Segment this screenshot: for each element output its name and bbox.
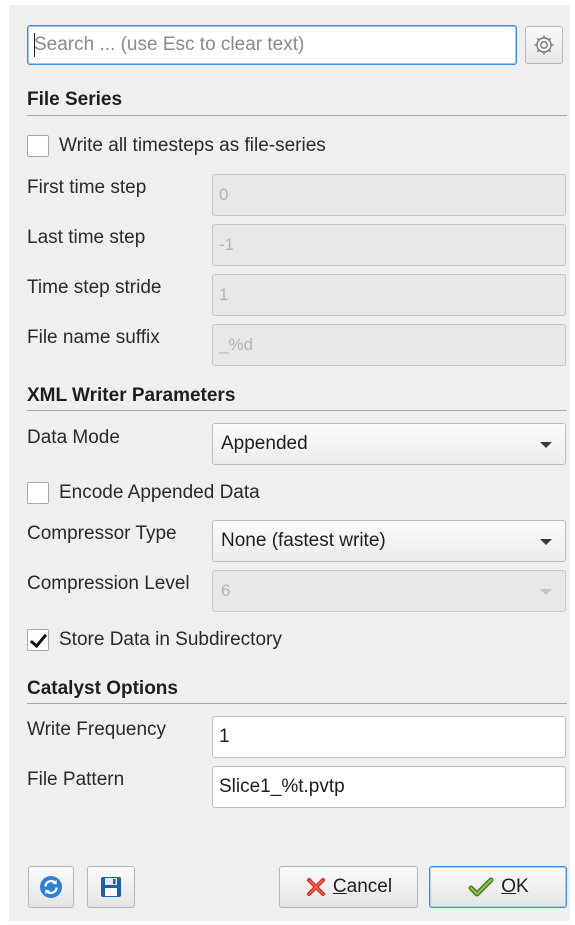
store-subdirectory-label: Store Data in Subdirectory [59, 629, 282, 650]
chevron-down-icon [540, 539, 552, 545]
ok-label: OK [501, 876, 529, 897]
file-pattern-input[interactable]: Slice1_%t.pvtp [212, 766, 566, 808]
write-frequency-label: Write Frequency [27, 719, 167, 740]
last-time-step-field[interactable]: -1 [212, 224, 566, 266]
compression-level-select[interactable]: 6 [212, 570, 566, 612]
encode-appended-checkbox[interactable] [27, 482, 49, 504]
time-step-stride-value: 1 [219, 285, 229, 304]
file-pattern-value: Slice1_%t.pvtp [219, 776, 345, 797]
write-frequency-input[interactable]: 1 [212, 716, 566, 758]
section-title-xml-writer: XML Writer Parameters [27, 385, 236, 406]
refresh-icon [40, 876, 62, 898]
write-frequency-value: 1 [219, 726, 230, 747]
write-all-timesteps-checkbox[interactable] [27, 135, 49, 157]
last-time-step-value: -1 [219, 235, 235, 254]
save-icon [101, 877, 121, 897]
search-input[interactable] [27, 25, 517, 65]
first-time-step-field[interactable]: 0 [212, 174, 566, 216]
cancel-button[interactable]: Cancel [279, 866, 418, 908]
store-subdirectory-checkbox-row[interactable]: Store Data in Subdirectory [27, 627, 282, 653]
section-divider [27, 703, 567, 704]
section-divider [27, 410, 567, 411]
encode-appended-label: Encode Appended Data [59, 482, 260, 503]
compression-level-value: 6 [221, 581, 231, 600]
write-all-timesteps-label: Write all timesteps as file-series [59, 135, 326, 156]
time-step-stride-label: Time step stride [27, 277, 162, 298]
file-name-suffix-label: File name suffix [27, 327, 160, 348]
store-subdirectory-checkbox[interactable] [27, 629, 49, 651]
first-time-step-label: First time step [27, 177, 147, 198]
compression-level-label: Compression Level [27, 573, 190, 594]
file-name-suffix-value: _%d [219, 335, 254, 354]
last-time-step-label: Last time step [27, 227, 146, 248]
data-mode-label: Data Mode [27, 427, 120, 448]
file-name-suffix-field[interactable]: _%d [212, 324, 566, 366]
reset-button[interactable] [28, 866, 74, 908]
compressor-type-label: Compressor Type [27, 523, 177, 544]
write-all-timesteps-checkbox-row[interactable]: Write all timesteps as file-series [27, 133, 326, 159]
settings-button[interactable] [525, 26, 563, 64]
red-x-icon [306, 878, 325, 896]
chevron-down-icon [540, 442, 552, 448]
encode-appended-checkbox-row[interactable]: Encode Appended Data [27, 480, 260, 506]
compressor-type-value: None (fastest write) [221, 530, 386, 551]
text-caret [34, 33, 35, 57]
file-pattern-label: File Pattern [27, 769, 125, 790]
section-divider [27, 115, 567, 116]
green-check-icon [468, 877, 494, 897]
ok-button[interactable]: OK [429, 866, 567, 908]
cancel-label: Cancel [332, 876, 393, 897]
data-mode-select[interactable]: Appended [212, 423, 566, 465]
search-row [27, 25, 567, 67]
section-title-file-series: File Series [27, 89, 123, 110]
data-mode-value: Appended [221, 433, 308, 454]
first-time-step-value: 0 [219, 185, 229, 204]
section-title-catalyst: Catalyst Options [27, 678, 178, 699]
gear-icon [534, 35, 554, 55]
chevron-down-icon [540, 589, 552, 595]
time-step-stride-field[interactable]: 1 [212, 274, 566, 316]
save-defaults-button[interactable] [87, 866, 135, 908]
compressor-type-select[interactable]: None (fastest write) [212, 520, 566, 562]
writer-options-dialog: File Series Write all timesteps as file-… [9, 5, 570, 921]
